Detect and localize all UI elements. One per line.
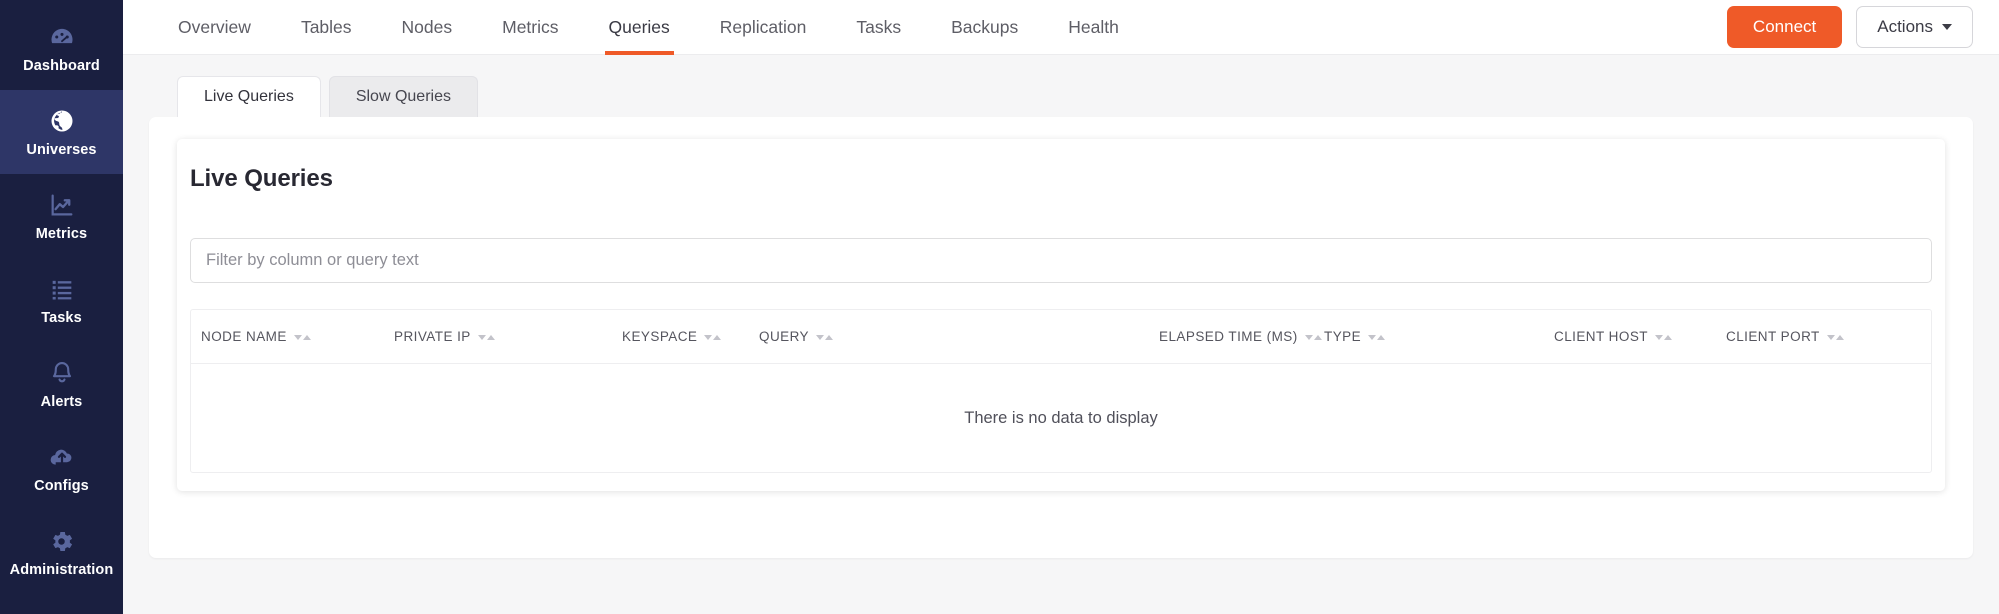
- column-label: TYPE: [1324, 329, 1361, 344]
- column-header-type[interactable]: TYPE: [1324, 329, 1554, 344]
- page-body: Live Queries Slow Queries Live Queries N…: [123, 55, 1999, 614]
- subtab-live-queries[interactable]: Live Queries: [177, 76, 321, 117]
- subtab-slow-queries[interactable]: Slow Queries: [329, 76, 478, 117]
- sidebar-item-tasks[interactable]: Tasks: [0, 258, 123, 342]
- sort-toggle-icon[interactable]: [478, 335, 495, 340]
- sidebar-item-label: Dashboard: [23, 59, 100, 74]
- sort-toggle-icon[interactable]: [1655, 335, 1672, 340]
- sort-toggle-icon[interactable]: [294, 335, 311, 340]
- filter-input[interactable]: [190, 238, 1932, 283]
- cloud-upload-icon: [47, 442, 77, 472]
- tab-label: Overview: [178, 17, 251, 38]
- gear-icon: [47, 526, 77, 556]
- bell-icon: [47, 358, 77, 388]
- tab-nodes[interactable]: Nodes: [377, 0, 478, 55]
- tab-queries[interactable]: Queries: [584, 0, 695, 55]
- column-header-client-port[interactable]: CLIENT PORT: [1726, 329, 1844, 344]
- app-root: Dashboard Universes Metrics: [0, 0, 1999, 614]
- content-area: Overview Tables Nodes Metrics Queries Re…: [123, 0, 1999, 614]
- column-label: QUERY: [759, 329, 809, 344]
- page-title: Live Queries: [190, 165, 1932, 193]
- subtab-label: Live Queries: [204, 88, 294, 106]
- tab-label: Tables: [301, 17, 352, 38]
- sort-toggle-icon[interactable]: [1827, 335, 1844, 340]
- column-header-node-name[interactable]: NODE NAME: [201, 329, 394, 344]
- dashboard-gauge-icon: [47, 22, 77, 52]
- top-actions-group: Connect Actions: [1727, 6, 1973, 48]
- tab-label: Metrics: [502, 17, 558, 38]
- empty-state-message: There is no data to display: [964, 409, 1158, 428]
- column-label: NODE NAME: [201, 329, 287, 344]
- sidebar-item-alerts[interactable]: Alerts: [0, 342, 123, 426]
- column-label: PRIVATE IP: [394, 329, 471, 344]
- tab-label: Replication: [720, 17, 807, 38]
- column-header-keyspace[interactable]: KEYSPACE: [622, 329, 759, 344]
- column-header-private-ip[interactable]: PRIVATE IP: [394, 329, 622, 344]
- tab-tables[interactable]: Tables: [276, 0, 377, 55]
- sort-toggle-icon[interactable]: [704, 335, 721, 340]
- sort-toggle-icon[interactable]: [816, 335, 833, 340]
- column-label: KEYSPACE: [622, 329, 697, 344]
- top-navigation-bar: Overview Tables Nodes Metrics Queries Re…: [123, 0, 1999, 55]
- sidebar-item-configs[interactable]: Configs: [0, 426, 123, 510]
- tab-label: Backups: [951, 17, 1018, 38]
- actions-label: Actions: [1877, 17, 1933, 37]
- column-header-elapsed-time[interactable]: ELAPSED TIME (MS): [1159, 329, 1324, 344]
- tab-label: Health: [1068, 17, 1119, 38]
- column-label: ELAPSED TIME (MS): [1159, 329, 1298, 344]
- sidebar-item-administration[interactable]: Administration: [0, 510, 123, 594]
- sidebar-item-dashboard[interactable]: Dashboard: [0, 6, 123, 90]
- sidebar-item-label: Tasks: [41, 311, 82, 326]
- column-label: CLIENT HOST: [1554, 329, 1648, 344]
- table-body: There is no data to display: [191, 364, 1931, 473]
- tab-label: Tasks: [856, 17, 901, 38]
- universe-tab-list: Overview Tables Nodes Metrics Queries Re…: [153, 0, 1727, 55]
- subtab-label: Slow Queries: [356, 88, 451, 106]
- live-queries-table: NODE NAME PRIVATE IP KEYSPACE: [190, 309, 1932, 473]
- table-header-row: NODE NAME PRIVATE IP KEYSPACE: [191, 310, 1931, 364]
- column-header-query[interactable]: QUERY: [759, 329, 1159, 344]
- chevron-down-icon: [1942, 24, 1952, 30]
- live-queries-card: Live Queries NODE NAME PRIVATE IP: [177, 139, 1945, 491]
- sidebar-item-label: Metrics: [36, 227, 87, 242]
- tab-backups[interactable]: Backups: [926, 0, 1043, 55]
- queries-panel: Live Queries NODE NAME PRIVATE IP: [149, 117, 1973, 558]
- queries-subtab-list: Live Queries Slow Queries: [149, 76, 1973, 117]
- tab-health[interactable]: Health: [1043, 0, 1144, 55]
- sort-toggle-icon[interactable]: [1368, 335, 1385, 340]
- main-sidebar: Dashboard Universes Metrics: [0, 0, 123, 614]
- tab-replication[interactable]: Replication: [695, 0, 832, 55]
- connect-button[interactable]: Connect: [1727, 6, 1842, 48]
- tab-metrics[interactable]: Metrics: [477, 0, 583, 55]
- sidebar-item-label: Universes: [26, 143, 96, 158]
- sidebar-item-label: Administration: [10, 563, 114, 578]
- filter-row: [190, 193, 1932, 283]
- sort-toggle-icon[interactable]: [1305, 335, 1322, 340]
- actions-dropdown-button[interactable]: Actions: [1856, 6, 1973, 48]
- column-header-client-host[interactable]: CLIENT HOST: [1554, 329, 1726, 344]
- tab-label: Queries: [609, 17, 670, 38]
- tab-label: Nodes: [402, 17, 453, 38]
- sidebar-item-label: Alerts: [41, 395, 83, 410]
- sidebar-item-label: Configs: [34, 479, 89, 494]
- tab-tasks[interactable]: Tasks: [831, 0, 926, 55]
- chart-line-icon: [47, 190, 77, 220]
- sidebar-item-universes[interactable]: Universes: [0, 90, 123, 174]
- sidebar-item-metrics[interactable]: Metrics: [0, 174, 123, 258]
- globe-icon: [47, 106, 77, 136]
- tab-overview[interactable]: Overview: [153, 0, 276, 55]
- column-label: CLIENT PORT: [1726, 329, 1820, 344]
- list-icon: [47, 274, 77, 304]
